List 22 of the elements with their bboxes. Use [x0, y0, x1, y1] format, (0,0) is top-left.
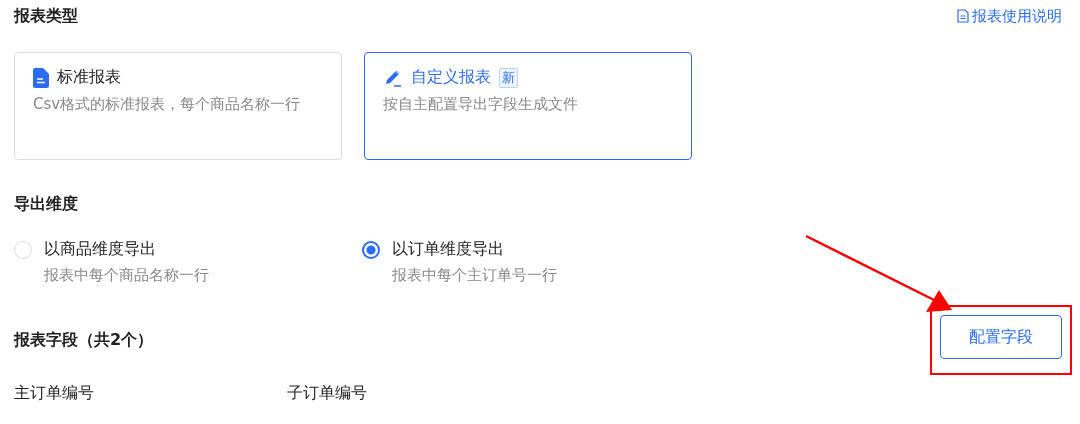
radio-description: 报表中每个主订单号一行 [392, 266, 557, 285]
document-icon [33, 67, 49, 88]
radio-label: 以商品维度导出 [44, 239, 157, 260]
card-description: Csv格式的标准报表，每个商品名称一行 [33, 94, 302, 115]
field-name: 子订单编号 [287, 383, 368, 404]
report-type-card[interactable]: 自定义报表 新 按自主配置导出字段生成文件 [364, 52, 692, 160]
section-title: 导出维度 [14, 194, 79, 215]
document-icon [957, 9, 969, 23]
report-type-card[interactable]: 标准报表 Csv格式的标准报表，每个商品名称一行 [14, 52, 342, 160]
card-title: 自定义报表 [411, 67, 491, 88]
configure-fields-button[interactable]: 配置字段 [940, 315, 1062, 359]
radio-label: 以订单维度导出 [392, 239, 505, 260]
pencil-icon [383, 67, 403, 88]
radio-description: 报表中每个商品名称一行 [44, 266, 209, 285]
help-link[interactable]: 报表使用说明 [957, 6, 1062, 26]
section-title: 报表字段（共2个） [14, 329, 154, 351]
card-description: 按自主配置导出字段生成文件 [383, 94, 579, 115]
section-title: 报表类型 [14, 5, 78, 27]
new-badge: 新 [499, 67, 518, 88]
card-title: 标准报表 [57, 67, 121, 88]
field-name: 主订单编号 [14, 383, 95, 404]
radio-button[interactable] [362, 241, 380, 259]
